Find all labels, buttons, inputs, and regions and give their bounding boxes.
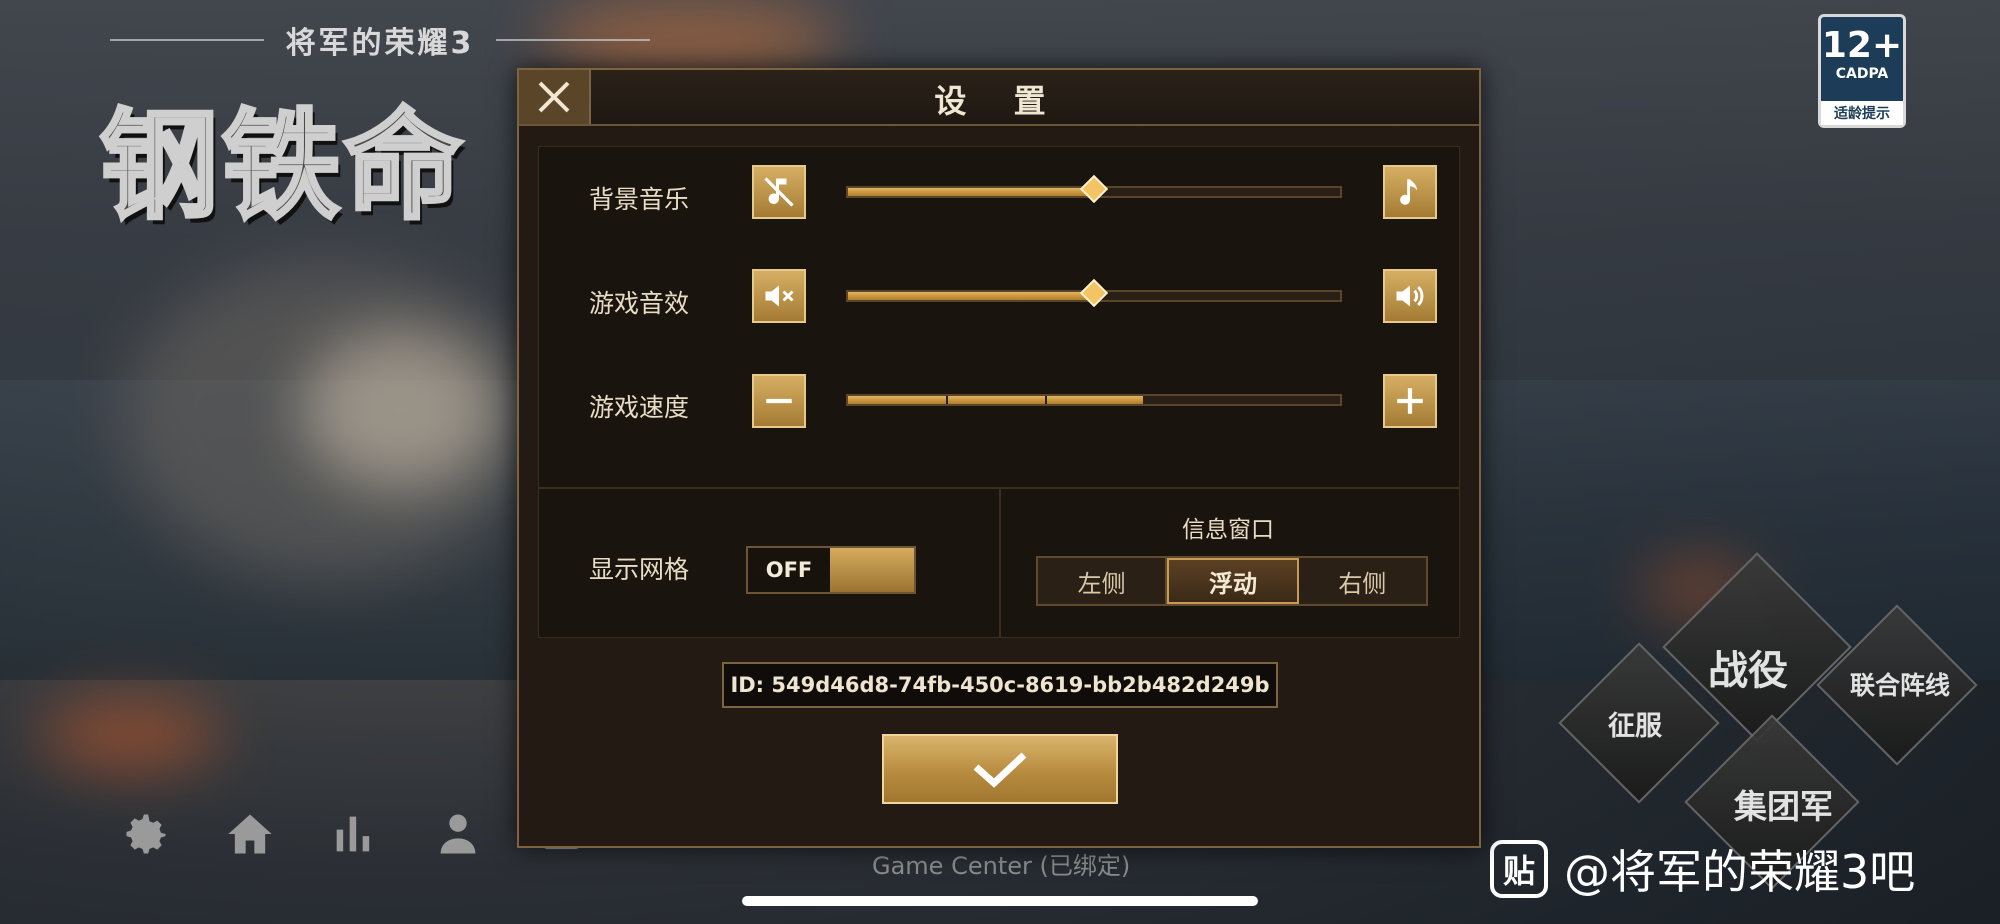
music-note-icon bbox=[1400, 179, 1418, 205]
close-icon bbox=[538, 81, 570, 113]
music-off-button[interactable] bbox=[752, 165, 806, 219]
person-icon[interactable] bbox=[430, 808, 486, 864]
forum-watermark-text: @将军的荣耀3吧 bbox=[1564, 845, 1916, 899]
game-speed-label: 游戏速度 bbox=[589, 393, 690, 422]
info-window-option-right[interactable]: 右侧 bbox=[1298, 558, 1426, 604]
sound-effects-slider[interactable] bbox=[846, 278, 1342, 308]
settings-title: 设 置 bbox=[934, 82, 1064, 120]
game-speed-tick bbox=[946, 396, 949, 404]
volume-up-icon bbox=[1396, 285, 1424, 307]
age-rating-badge: 12+ CADPA 适龄提示 bbox=[1818, 14, 1906, 128]
bar-chart-icon[interactable] bbox=[326, 808, 382, 864]
checkmark-icon bbox=[973, 752, 1027, 788]
army-group-mode-label[interactable]: 集团军 bbox=[1734, 780, 1833, 828]
age-rating-value: 12+ bbox=[1821, 25, 1903, 66]
info-window-option-left[interactable]: 左侧 bbox=[1038, 558, 1168, 604]
age-rating-tip: 适龄提示 bbox=[1821, 101, 1903, 125]
confirm-button[interactable] bbox=[882, 734, 1118, 804]
home-indicator[interactable] bbox=[742, 896, 1258, 906]
background-music-slider[interactable] bbox=[846, 174, 1342, 204]
game-speed-tick bbox=[1143, 396, 1146, 404]
music-on-button[interactable] bbox=[1383, 165, 1437, 219]
game-speed-tick bbox=[1044, 396, 1047, 404]
info-window-option-floating[interactable]: 浮动 bbox=[1167, 558, 1299, 604]
minus-icon bbox=[766, 398, 792, 404]
close-button[interactable] bbox=[519, 70, 591, 124]
forum-watermark: 贴 @将军的荣耀3吧 bbox=[1490, 836, 1915, 902]
plus-icon bbox=[1397, 388, 1423, 414]
show-grid-state: OFF bbox=[748, 548, 830, 592]
gear-icon[interactable] bbox=[118, 808, 174, 864]
conquer-mode-label[interactable]: 征服 bbox=[1608, 704, 1662, 743]
background-music-label: 背景音乐 bbox=[589, 185, 690, 214]
campaign-mode-label[interactable]: 战役 bbox=[1708, 638, 1788, 696]
game-title-logo: 钢铁命 bbox=[98, 95, 467, 237]
settings-header: 设 置 bbox=[519, 70, 1479, 126]
speed-increase-button[interactable] bbox=[1383, 374, 1437, 428]
sound-up-button[interactable] bbox=[1383, 269, 1437, 323]
game-speed-bar[interactable] bbox=[846, 394, 1342, 406]
sound-mute-button[interactable] bbox=[752, 269, 806, 323]
info-window-selector: 左侧 浮动 右侧 bbox=[1036, 556, 1428, 606]
game-center-label[interactable]: Game Center (已绑定) bbox=[872, 846, 1130, 881]
show-grid-toggle-knob[interactable] bbox=[830, 548, 914, 592]
forum-badge-icon: 贴 bbox=[1490, 840, 1548, 898]
home-icon[interactable] bbox=[222, 808, 278, 864]
game-subtitle-text: 将军的荣耀3 bbox=[285, 26, 475, 61]
speed-decrease-button[interactable] bbox=[752, 374, 806, 428]
sound-effects-fill bbox=[848, 292, 1094, 300]
explosion-glow bbox=[40, 700, 220, 770]
smoke-cloud bbox=[300, 330, 500, 490]
volume-mute-icon bbox=[765, 285, 794, 307]
sound-effects-label: 游戏音效 bbox=[589, 289, 690, 318]
player-id-field[interactable]: ID: 549d46d8-74fb-450c-8619-bb2b482d249b bbox=[722, 662, 1278, 708]
game-subtitle: 将军的荣耀3 bbox=[110, 18, 650, 62]
age-rating-org: CADPA bbox=[1835, 66, 1889, 82]
background-music-fill bbox=[848, 188, 1094, 196]
show-grid-toggle[interactable]: OFF bbox=[746, 546, 916, 594]
music-off-icon bbox=[764, 177, 794, 207]
united-front-mode-label[interactable]: 联合阵线 bbox=[1850, 666, 1950, 702]
info-window-label: 信息窗口 bbox=[1182, 517, 1274, 543]
game-speed-tick bbox=[1241, 396, 1244, 404]
show-grid-label: 显示网格 bbox=[589, 555, 690, 584]
game-speed-fill bbox=[848, 396, 1144, 404]
